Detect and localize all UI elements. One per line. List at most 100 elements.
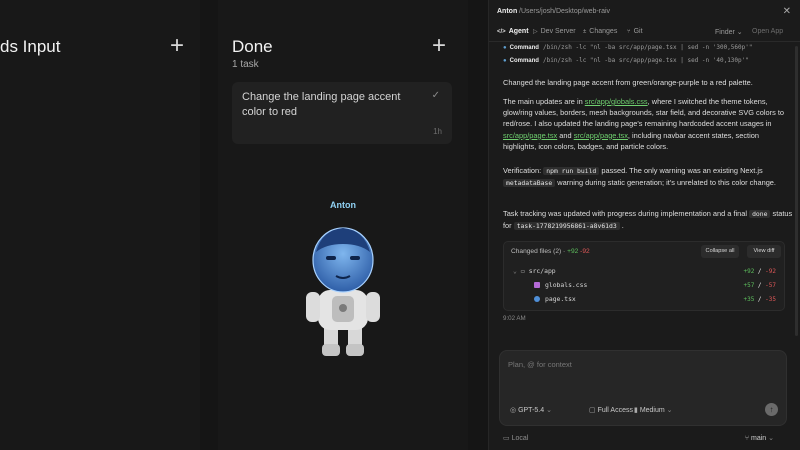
- chat-input[interactable]: [508, 360, 768, 369]
- tab-dev-server[interactable]: ▷ Dev Server: [533, 28, 576, 35]
- app-name: Anton: [497, 8, 518, 15]
- message-verification: Verification: npm run build passed. The …: [503, 165, 793, 189]
- command-log-item[interactable]: ● Command/bin/zsh -lc "nl -ba src/app/pag…: [503, 44, 752, 51]
- tab-label: Agent: [508, 28, 529, 35]
- access-selector[interactable]: ▢ Full Access: [589, 406, 633, 414]
- branch-icon: ⑂: [627, 29, 631, 35]
- file-link[interactable]: src/app/page.tsx: [503, 131, 557, 140]
- task-time: 1h: [433, 127, 442, 136]
- column-title: Done: [232, 37, 273, 56]
- chevron-down-icon: ⌄: [768, 435, 774, 442]
- inline-code: task-1778219956861-a8v61d3: [513, 222, 620, 231]
- tab-label: Changes: [589, 28, 618, 35]
- branch-selector[interactable]: ⑂ main ⌄: [745, 434, 774, 442]
- kanban-board: ds Input + Done 1 task + Change the land…: [0, 0, 488, 450]
- additions-count: +35: [743, 296, 755, 303]
- composer: ◎ GPT-5.4 ⌄ ▢ Full Access ▮ Medium ⌄ ↑: [499, 350, 787, 426]
- scrollbar[interactable]: [795, 46, 798, 336]
- environment-selector[interactable]: ▭ Local: [503, 434, 528, 442]
- add-task-icon[interactable]: +: [430, 34, 448, 58]
- title-bar: Anton /Users/josh/Desktop/web-raiv ✕: [489, 0, 800, 24]
- effort-icon: ▮: [634, 407, 638, 414]
- chevron-down-icon: ⌄: [513, 267, 517, 275]
- file-name: page.tsx: [545, 295, 576, 303]
- message-text: passed. The only warning was an existing…: [599, 166, 763, 175]
- chevron-down-icon: ⌄: [546, 407, 552, 414]
- effort-label: Medium: [639, 407, 665, 414]
- additions-count: +92: [743, 268, 755, 275]
- model-label: GPT-5.4: [518, 407, 545, 414]
- tab-label: Dev Server: [540, 28, 576, 35]
- check-icon: ✓: [431, 90, 440, 101]
- deletions-count: -57: [765, 282, 776, 289]
- character-name: Anton: [330, 200, 356, 210]
- tab-changes[interactable]: ± Changes: [583, 28, 617, 35]
- changed-files-card: Changed files (2) · +92 -92 ⌄ ▭ src/app +9…: [503, 241, 785, 311]
- folder-row[interactable]: ⌄ ▭ src/app: [513, 267, 556, 275]
- access-label: Full Access: [597, 407, 633, 414]
- command-args: /bin/zsh -lc "nl -ba src/app/page.tsx | …: [542, 44, 753, 51]
- command-log-item[interactable]: ● Command/bin/zsh -lc "nl -ba src/app/pag…: [503, 57, 749, 64]
- folder-icon: ▭: [520, 267, 525, 275]
- file-row[interactable]: globals.css: [534, 281, 587, 289]
- open-app-button[interactable]: Open App: [752, 28, 783, 35]
- file-link[interactable]: src/app/page.tsx: [574, 131, 628, 140]
- finder-dropdown[interactable]: Finder ⌄: [715, 28, 743, 36]
- tsx-file-icon: [534, 296, 540, 302]
- file-link[interactable]: src/app/globals.css: [585, 97, 648, 106]
- monitor-icon: ▭: [503, 435, 510, 442]
- folder-name: src/app: [528, 267, 556, 275]
- diff-icon: ±: [583, 29, 587, 35]
- inline-code: metadataBase: [503, 179, 556, 188]
- file-stats: +35 / -35: [743, 296, 776, 303]
- message-updates: The main updates are in src/app/globals.…: [503, 96, 793, 152]
- branch-label: main: [750, 435, 767, 442]
- additions-count: +92: [567, 248, 579, 255]
- message-timestamp: 9:02 AM: [503, 315, 526, 322]
- view-diff-button[interactable]: View diff: [747, 245, 781, 258]
- play-icon: ▷: [533, 29, 538, 35]
- column-title: ds Input: [0, 37, 61, 56]
- column-in-progress: ds Input +: [0, 0, 200, 450]
- bullet-icon: ●: [503, 45, 507, 51]
- message-text: Verification:: [503, 166, 544, 175]
- file-row[interactable]: page.tsx: [534, 295, 576, 303]
- folder-stats: +92 / -92: [743, 268, 776, 275]
- access-icon: ▢: [589, 407, 596, 414]
- workspace-path: /Users/josh/Desktop/web-raiv: [519, 8, 611, 15]
- task-title: Change the landing page accent color to …: [242, 91, 401, 118]
- css-file-icon: [534, 282, 540, 288]
- character-avatar[interactable]: [302, 222, 384, 362]
- changed-files-title: Changed files (2): [511, 248, 562, 255]
- panel-tabs: </> Agent ▷ Dev Server ± Changes ⑂ Git Finde…: [489, 24, 800, 42]
- agent-panel: Anton /Users/josh/Desktop/web-raiv ✕ </>…: [488, 0, 800, 450]
- command-args: /bin/zsh -lc "nl -ba src/app/page.tsx | …: [542, 57, 749, 64]
- model-selector[interactable]: ◎ GPT-5.4 ⌄: [510, 406, 552, 414]
- message-text: Task tracking was updated with progress …: [503, 209, 750, 218]
- effort-selector[interactable]: ▮ Medium ⌄: [634, 406, 673, 414]
- tab-git[interactable]: ⑂ Git: [627, 28, 643, 35]
- additions-count: +57: [743, 282, 755, 289]
- bullet-icon: ●: [503, 58, 507, 64]
- deletions-count: -92: [765, 268, 776, 275]
- message-summary: Changed the landing page accent from gre…: [503, 78, 753, 87]
- command-label: Command: [509, 45, 539, 51]
- file-stats: +57 / -57: [743, 282, 776, 289]
- inline-code: done: [749, 210, 771, 218]
- message-text: The main updates are in: [503, 97, 585, 106]
- task-card[interactable]: Change the landing page accent color to …: [232, 82, 452, 144]
- add-task-icon[interactable]: +: [168, 34, 186, 58]
- tab-agent[interactable]: </> Agent: [497, 28, 529, 35]
- task-count: 1 task: [232, 59, 259, 70]
- message-tracking: Task tracking was updated with progress …: [503, 208, 793, 232]
- file-name: globals.css: [545, 281, 588, 289]
- send-button[interactable]: ↑: [765, 403, 778, 416]
- close-icon[interactable]: ✕: [783, 6, 791, 17]
- branch-icon: ⑂: [744, 435, 750, 442]
- collapse-all-button[interactable]: Collapse all: [701, 245, 739, 258]
- tab-label: Git: [633, 28, 643, 35]
- message-text: warning during static generation; it's u…: [555, 178, 776, 188]
- deletions-count: -35: [765, 296, 776, 303]
- environment-label: Local: [511, 435, 529, 442]
- changed-files-header: Changed files (2) · +92 -92: [511, 248, 590, 255]
